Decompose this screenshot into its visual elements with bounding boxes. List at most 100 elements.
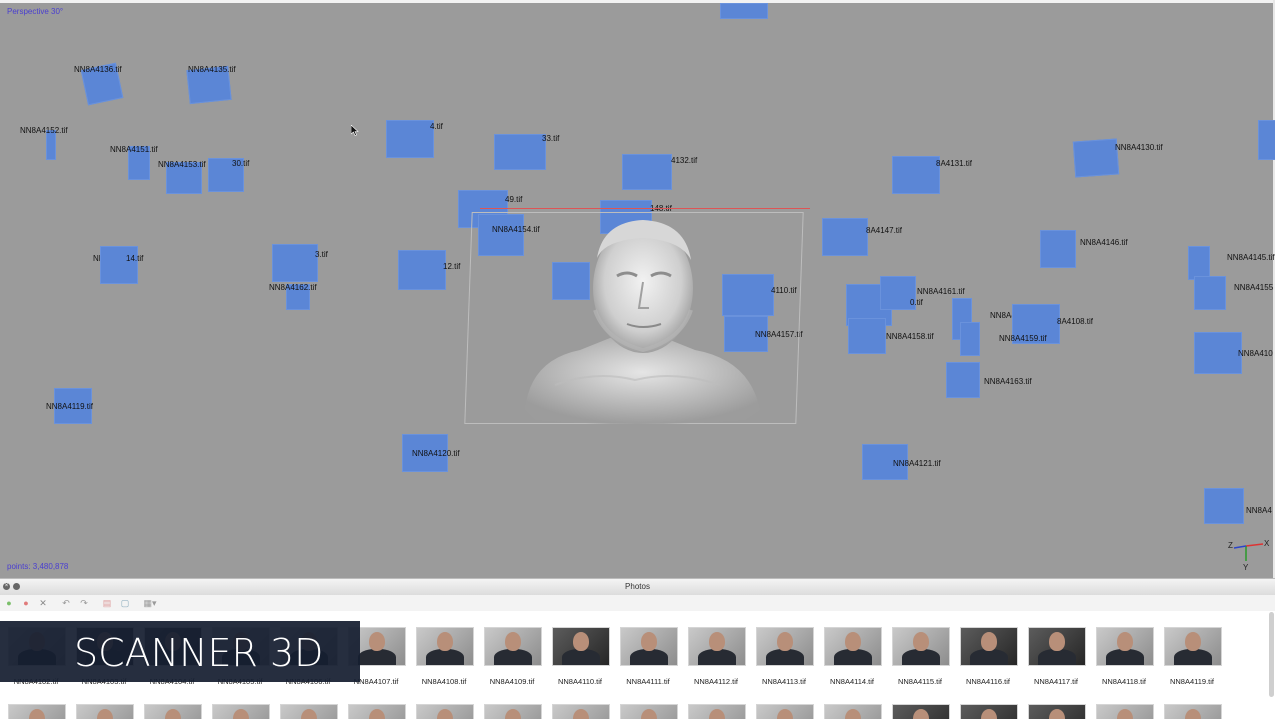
thumbnail-subject-head [165,709,181,719]
photo-thumbnail[interactable] [620,704,678,719]
photo-thumbnail[interactable] [1164,627,1222,666]
camera-label: 14.tif [126,254,144,263]
camera-plane[interactable] [1204,488,1244,524]
import-mask-icon[interactable]: ▢ [120,598,130,608]
photo-thumbnail[interactable] [892,627,950,666]
camera-plane[interactable] [272,244,318,282]
photo-thumbnail[interactable] [960,704,1018,719]
thumbnail-subject-head [369,632,385,651]
camera-plane[interactable] [1188,246,1210,280]
watermark-banner: SCANNER 3D [0,621,360,682]
enable-photo-icon[interactable]: ● [4,598,14,608]
thumbnail-subject-head [369,709,385,719]
camera-plane[interactable] [622,154,672,190]
camera-plane[interactable] [1194,332,1242,374]
photo-thumbnail[interactable] [688,704,746,719]
thumbnail-subject-body [902,649,940,665]
camera-plane[interactable] [720,3,768,19]
photo-thumbnail[interactable] [1096,627,1154,666]
camera-plane[interactable] [398,250,446,290]
photo-thumbnail[interactable] [892,704,950,719]
rotate-left-icon[interactable]: ↶ [61,598,71,608]
camera-label: NN8A4 [1246,506,1272,515]
thumbnail-subject-head [709,632,725,651]
photo-thumbnail[interactable] [688,627,746,666]
camera-plane[interactable] [960,322,980,356]
photo-thumbnail[interactable] [416,704,474,719]
camera-plane[interactable] [1040,230,1076,268]
thumbnail-subject-body [970,649,1008,665]
thumbnail-subject-head [1185,709,1201,719]
rotate-right-icon[interactable]: ↷ [79,598,89,608]
camera-plane[interactable] [892,156,940,194]
thumbnail-subject-body [426,649,464,665]
point-cloud-bust[interactable] [505,210,770,425]
photo-thumbnail[interactable] [552,704,610,719]
photo-thumbnail[interactable] [756,704,814,719]
thumbnail-subject-head [233,709,249,719]
camera-label: 49.tif [505,195,523,204]
camera-label: NN8A4130.tif [1115,143,1163,152]
camera-label: NN8A4145.tif [1227,253,1275,262]
photo-thumbnail[interactable] [756,627,814,666]
remove-photo-icon[interactable]: ✕ [38,598,48,608]
camera-plane[interactable] [1194,276,1226,310]
axis-y-label: Y [1243,563,1249,572]
camera-plane[interactable] [946,362,980,398]
projection-label: Perspective 30° [7,7,64,16]
thumbnail-subject-head [573,709,589,719]
thumbnail-subject-body [1106,649,1144,665]
camera-plane[interactable] [494,134,546,170]
camera-plane[interactable] [100,246,138,284]
camera-plane[interactable] [1072,138,1120,178]
photo-thumbnail[interactable] [824,704,882,719]
photo-thumbnail[interactable] [280,704,338,719]
thumbnail-subject-body [698,649,736,665]
photo-thumbnail[interactable] [484,704,542,719]
photo-thumbnail[interactable] [1096,704,1154,719]
photo-thumbnail[interactable] [416,627,474,666]
photo-thumbnail[interactable] [1028,704,1086,719]
thumbnail-subject-head [641,632,657,651]
camera-label: NN8A4135.tif [188,65,236,74]
photo-thumbnail[interactable] [960,627,1018,666]
thumbnail-subject-body [630,649,668,665]
photo-thumbnail[interactable] [824,627,882,666]
photos-panel-header[interactable]: × Photos [0,578,1275,596]
view-mode-icon[interactable]: ▦▾ [142,598,158,608]
camera-plane[interactable] [386,120,434,158]
thumbnail-subject-head [845,709,861,719]
thumbnail-subject-head [913,709,929,719]
photo-thumbnail[interactable] [212,704,270,719]
camera-label: NN8A4153.tif [158,160,206,169]
photo-thumbnail[interactable] [348,704,406,719]
photo-thumbnail[interactable] [1028,627,1086,666]
camera-label: NN8A4136.tif [74,65,122,74]
photo-thumbnail[interactable] [620,627,678,666]
thumbnail-scrollbar[interactable] [1269,612,1274,697]
photo-thumbnail[interactable] [144,704,202,719]
camera-label: 4.tif [430,122,443,131]
photo-thumbnail-label: NN8A4118.tif [1101,677,1147,686]
camera-label: 8A4131.tif [936,159,973,168]
photo-thumbnail-label: NN8A4115.tif [897,677,943,686]
thumbnail-subject-body [562,649,600,665]
mask-icon[interactable]: ▤ [102,598,112,608]
disable-photo-icon[interactable]: ● [21,598,31,608]
3d-viewport[interactable]: Perspective 30° NN8A4136.tif NN8A4135.tif… [0,0,1275,578]
camera-label: NN8A4155 [1234,283,1274,292]
photo-thumbnail[interactable] [484,627,542,666]
camera-plane[interactable] [1258,120,1275,160]
photo-thumbnail[interactable] [1164,704,1222,719]
camera-label: 12.tif [443,262,461,271]
camera-plane[interactable] [848,318,886,354]
camera-plane[interactable] [822,218,868,256]
photo-thumbnail[interactable] [76,704,134,719]
photo-thumbnail-label: NN8A4114.tif [829,677,875,686]
camera-label: 8A4147.tif [866,226,903,235]
camera-label: NN8A4158.tif [886,332,934,341]
thumbnail-subject-head [777,709,793,719]
photo-thumbnail[interactable] [552,627,610,666]
thumbnail-subject-body [494,649,532,665]
photo-thumbnail[interactable] [8,704,66,719]
